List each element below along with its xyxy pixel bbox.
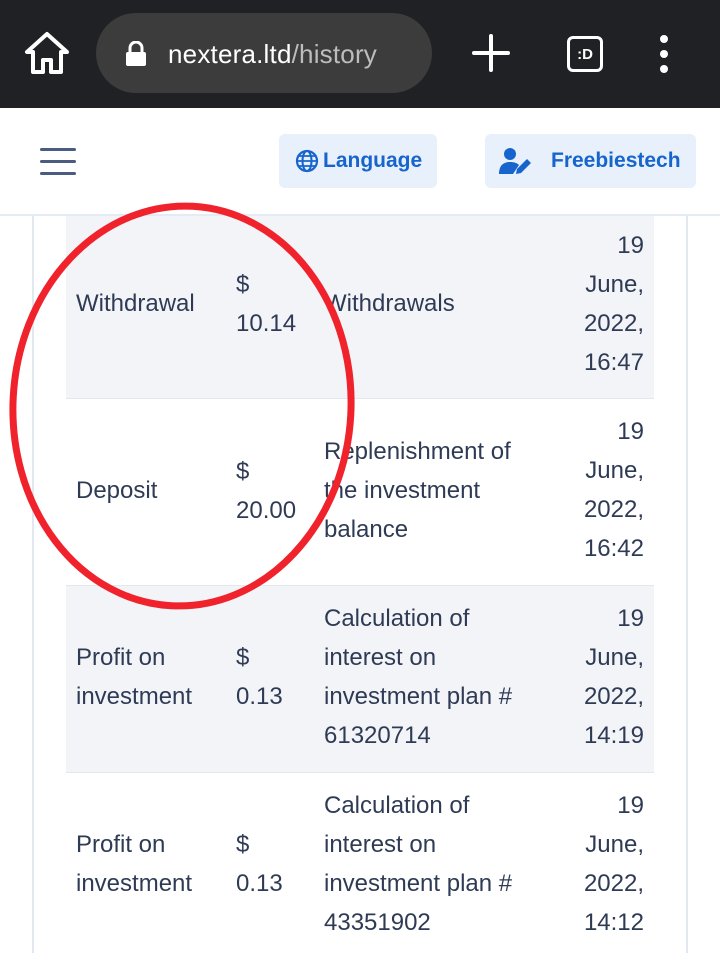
date-line: 16:47 [583, 349, 644, 376]
transaction-description: Withdrawals [324, 284, 550, 323]
url-text[interactable]: nextera.ltd/history [168, 36, 377, 72]
user-account-button[interactable]: Freebiestech [485, 134, 696, 188]
date-line: 19 [617, 605, 644, 632]
table-row: Profit on investment $ 0.13 Calculation … [66, 586, 654, 773]
type-line: investment [76, 870, 193, 897]
currency-symbol: $ [236, 831, 250, 858]
date-line: 19 [617, 418, 644, 445]
site-header: Language Freebiestech [0, 108, 720, 216]
currency-symbol: $ [236, 458, 250, 485]
transaction-amount: $ 0.13 [236, 638, 316, 716]
date-line: 14:19 [583, 722, 644, 749]
transaction-date: 19 June, 2022, 14:19 [534, 599, 644, 755]
transaction-type: Deposit [76, 471, 226, 510]
user-label: Freebiestech [551, 149, 681, 172]
lock-icon [126, 41, 146, 66]
type-line: Withdrawal [76, 290, 195, 317]
globe-icon [295, 149, 319, 173]
description-line: Calculation of [324, 792, 470, 819]
currency-symbol: $ [236, 271, 250, 298]
type-line: Profit on [76, 831, 166, 858]
url-path: /history [291, 39, 378, 69]
amount-value: 0.13 [236, 683, 283, 710]
description-line: 43351902 [324, 909, 431, 936]
date-line: 19 [617, 232, 644, 259]
date-line: 14:12 [583, 909, 644, 936]
date-line: 2022, [583, 496, 644, 523]
language-label: Language [323, 149, 423, 172]
table-row: Deposit $ 20.00 Replenishment of the inv… [66, 399, 654, 586]
home-icon[interactable] [22, 30, 72, 76]
currency-symbol: $ [236, 644, 250, 671]
new-tab-icon[interactable] [470, 32, 512, 74]
amount-value: 0.13 [236, 870, 283, 897]
description-line: Replenishment of [324, 438, 511, 465]
date-line: 2022, [583, 683, 644, 710]
history-card: Withdrawal $ 10.14 Withdrawals 19 June, … [0, 216, 720, 953]
transaction-type: Withdrawal [76, 284, 226, 323]
date-line: 2022, [583, 310, 644, 337]
description-line: interest on [324, 644, 437, 671]
url-domain: nextera.ltd [168, 39, 292, 69]
transaction-description: Calculation of interest on investment pl… [324, 786, 550, 942]
date-line: June, [585, 271, 644, 298]
type-line: investment [76, 683, 193, 710]
date-line: 2022, [583, 870, 644, 897]
description-line: investment plan # [324, 683, 513, 710]
hamburger-menu-icon[interactable] [40, 148, 78, 176]
amount-value: 10.14 [236, 310, 297, 337]
language-button[interactable]: Language [279, 134, 437, 188]
table-row: Withdrawal $ 10.14 Withdrawals 19 June, … [66, 216, 654, 399]
date-line: 19 [617, 792, 644, 819]
description-line: the investment [324, 477, 481, 504]
description-line: balance [324, 516, 409, 543]
tab-switcher-icon[interactable]: :D [567, 36, 603, 72]
card-border [686, 216, 688, 953]
transaction-type: Profit on investment [76, 638, 226, 716]
type-line: Deposit [76, 477, 158, 504]
transaction-date: 19 June, 2022, 14:12 [534, 786, 644, 942]
transaction-date: 19 June, 2022, 16:47 [534, 226, 644, 382]
description-line: Calculation of [324, 605, 470, 632]
description-line: interest on [324, 831, 437, 858]
transaction-date: 19 June, 2022, 16:42 [534, 412, 644, 568]
transaction-description: Replenishment of the investment balance [324, 432, 550, 549]
card-border [32, 216, 34, 953]
more-vert-icon[interactable] [654, 34, 674, 74]
transaction-amount: $ 20.00 [236, 452, 316, 530]
date-line: 16:42 [583, 535, 644, 562]
transaction-amount: $ 10.14 [236, 265, 316, 343]
description-line: 61320714 [324, 722, 431, 749]
description-line: Withdrawals [324, 290, 455, 317]
transaction-type: Profit on investment [76, 825, 226, 903]
amount-value: 20.00 [236, 497, 297, 524]
user-edit-icon [499, 148, 531, 174]
table-row: Profit on investment $ 0.13 Calculation … [66, 773, 654, 953]
transaction-amount: $ 0.13 [236, 825, 316, 903]
browser-toolbar: nextera.ltd/history :D [0, 0, 720, 108]
transaction-description: Calculation of interest on investment pl… [324, 599, 550, 755]
description-line: investment plan # [324, 870, 513, 897]
date-line: June, [585, 831, 644, 858]
date-line: June, [585, 457, 644, 484]
date-line: June, [585, 644, 644, 671]
type-line: Profit on [76, 644, 166, 671]
